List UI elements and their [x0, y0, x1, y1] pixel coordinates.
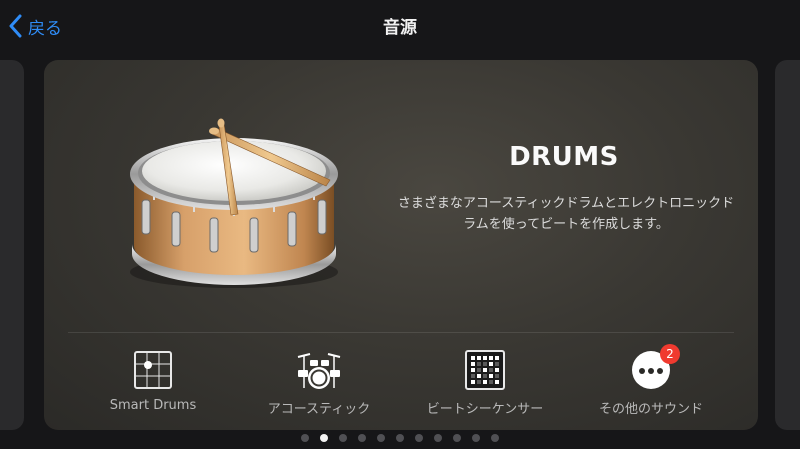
acoustic-drums-button[interactable]: アコースティック: [244, 348, 394, 417]
beat-sequencer-button[interactable]: ビートシーケンサー: [410, 348, 560, 417]
page-dot[interactable]: [491, 434, 499, 442]
drums-card[interactable]: DRUMS さまざまなアコースティックドラムとエレクトロニックドラムを使ってビー…: [44, 60, 758, 430]
page-title: 音源: [383, 18, 417, 38]
drum-kit-icon: [297, 353, 341, 389]
other-sounds-button[interactable]: その他のサウンド: [576, 348, 726, 417]
card-divider: [68, 332, 734, 333]
notification-badge: 2: [660, 344, 680, 364]
page-indicator: [0, 434, 800, 444]
page-dot[interactable]: [320, 434, 328, 442]
other-sounds-label: その他のサウンド: [598, 402, 703, 417]
page-dot[interactable]: [453, 434, 461, 442]
page-dot[interactable]: [358, 434, 366, 442]
navigation-bar: 戻る 音源: [0, 0, 800, 52]
smart-drums-button[interactable]: Smart Drums: [78, 348, 228, 414]
smart-drums-label: Smart Drums: [109, 398, 197, 413]
page-dot[interactable]: [339, 434, 347, 442]
next-instrument-card[interactable]: [775, 60, 800, 430]
page-dot[interactable]: [472, 434, 480, 442]
previous-instrument-card[interactable]: [0, 60, 24, 430]
page-dot[interactable]: [377, 434, 385, 442]
beat-sequencer-icon: [465, 350, 505, 390]
snare-drum-image: [130, 118, 338, 288]
page-dot[interactable]: [434, 434, 442, 442]
page-dot[interactable]: [415, 434, 423, 442]
beat-sequencer-label: ビートシーケンサー: [426, 402, 544, 417]
instrument-description: さまざまなアコースティックドラムとエレクトロニックドラムを使ってビートを作成しま…: [397, 196, 735, 232]
smart-drums-grid-icon: [134, 351, 172, 389]
acoustic-drums-label: アコースティック: [267, 402, 371, 417]
page-dot[interactable]: [396, 434, 404, 442]
page-dot[interactable]: [301, 434, 309, 442]
instrument-title: DRUMS: [509, 142, 619, 172]
